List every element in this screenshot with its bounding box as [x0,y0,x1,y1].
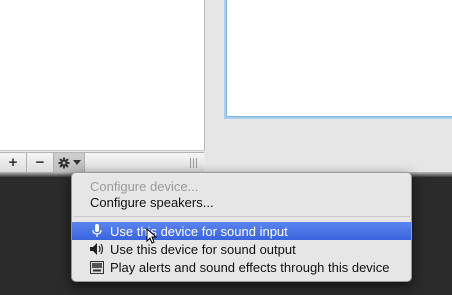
menu-item-label: Configure device... [90,178,199,194]
speaker-icon [90,242,104,256]
add-device-button[interactable]: + [0,153,27,172]
remove-device-button[interactable]: − [27,153,54,172]
microphone-icon [90,224,104,238]
menu-item-label: Play alerts and sound effects through th… [110,259,390,275]
menu-item-label: Use this device for sound output [110,241,296,257]
device-list[interactable] [0,0,205,151]
gear-icon [58,157,69,168]
device-list-toolbar: + − [0,152,204,173]
gear-menu-button[interactable] [54,153,85,172]
menu-item-configure-speakers[interactable]: Configure speakers... [72,193,411,211]
alert-icon [90,260,104,274]
menu-item-label: Use this device for sound input [110,223,288,239]
audio-midi-window: + − [0,0,452,173]
menu-item-sound-output[interactable]: Use this device for sound output [72,240,411,258]
mouse-pointer-icon [146,228,158,244]
menu-item-sound-input[interactable]: Use this device for sound input [72,222,411,240]
gear-popup-menu: Configure device... Configure speakers..… [71,172,412,282]
menu-item-label: Configure speakers... [90,194,214,210]
resize-grip[interactable] [190,157,198,168]
detail-panel [226,0,452,117]
menu-item-play-alerts[interactable]: Play alerts and sound effects through th… [72,258,411,276]
menu-separator [73,216,410,217]
device-detail-pane [206,0,452,172]
chevron-down-icon [72,159,81,165]
